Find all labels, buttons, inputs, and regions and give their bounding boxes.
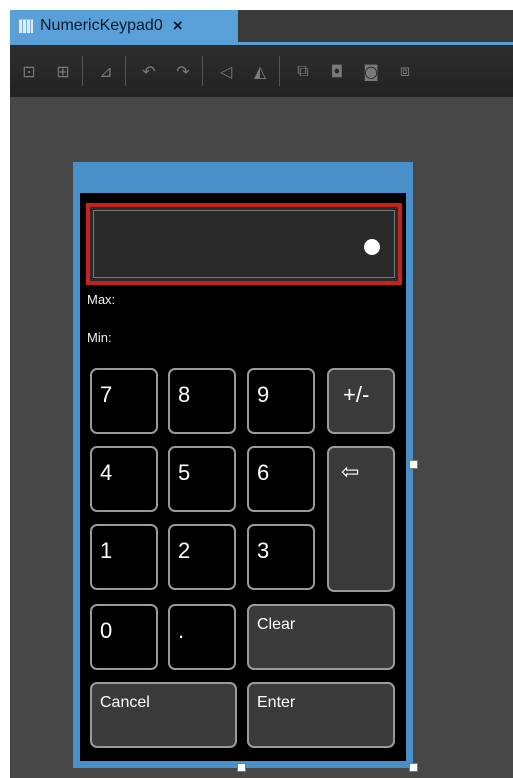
key-3[interactable]: 3 [247, 524, 315, 590]
rotate-left-icon[interactable]: ↶ [134, 56, 164, 86]
backspace-button[interactable]: ⇦ [327, 446, 395, 592]
decimal-point-button[interactable]: . [168, 604, 236, 670]
toolbar: ⊡ ⊞ ⊿ ↶ ↷ ◁ ◭ ⧉ ◘ ◙ ⧈ [10, 45, 513, 97]
resize-handle-right[interactable] [409, 460, 418, 469]
bring-to-front-icon[interactable]: ◙ [356, 56, 386, 86]
enter-button[interactable]: Enter [247, 682, 395, 748]
key-7[interactable]: 7 [90, 368, 158, 434]
grid-icon [18, 18, 34, 34]
tab-strip: NumericKeypad0 × [10, 10, 513, 42]
tab-title: NumericKeypad0 [40, 17, 163, 34]
toolbar-separator [202, 56, 203, 86]
key-0[interactable]: 0 [90, 604, 158, 670]
rotate-right-icon[interactable]: ↷ [168, 56, 198, 86]
clear-button[interactable]: Clear [247, 604, 395, 670]
send-to-back-icon[interactable]: ⧈ [390, 56, 420, 86]
close-icon[interactable]: × [173, 16, 183, 36]
bring-forward-icon[interactable]: ⧉ [288, 56, 318, 86]
tab-numeric-keypad[interactable]: NumericKeypad0 × [10, 10, 238, 42]
max-label: Max: [87, 292, 116, 307]
min-label: Min: [87, 330, 112, 345]
flip-vertical-icon[interactable]: ◭ [245, 56, 275, 86]
send-backward-icon[interactable]: ◘ [322, 56, 352, 86]
key-6[interactable]: 6 [247, 446, 315, 512]
cancel-button[interactable]: Cancel [90, 682, 237, 748]
flip-horizontal-icon[interactable]: ◁ [211, 56, 241, 86]
resize-handle-bottom-right[interactable] [409, 763, 418, 772]
key-1[interactable]: 1 [90, 524, 158, 590]
key-2[interactable]: 2 [168, 524, 236, 590]
key-4[interactable]: 4 [90, 446, 158, 512]
key-5[interactable]: 5 [168, 446, 236, 512]
resize-handle-bottom[interactable] [237, 763, 246, 772]
key-8[interactable]: 8 [168, 368, 236, 434]
display-inner [93, 210, 395, 278]
key-9[interactable]: 9 [247, 368, 315, 434]
value-display[interactable] [86, 203, 402, 285]
toolbar-separator [125, 56, 126, 86]
toolbar-separator [82, 56, 83, 86]
cursor-dot-icon [364, 239, 380, 255]
align-right-icon[interactable]: ⊿ [91, 56, 121, 86]
align-left-icon[interactable]: ⊡ [14, 56, 44, 86]
align-center-icon[interactable]: ⊞ [48, 56, 78, 86]
plus-minus-button[interactable]: +/- [327, 368, 395, 434]
toolbar-separator [279, 56, 280, 86]
